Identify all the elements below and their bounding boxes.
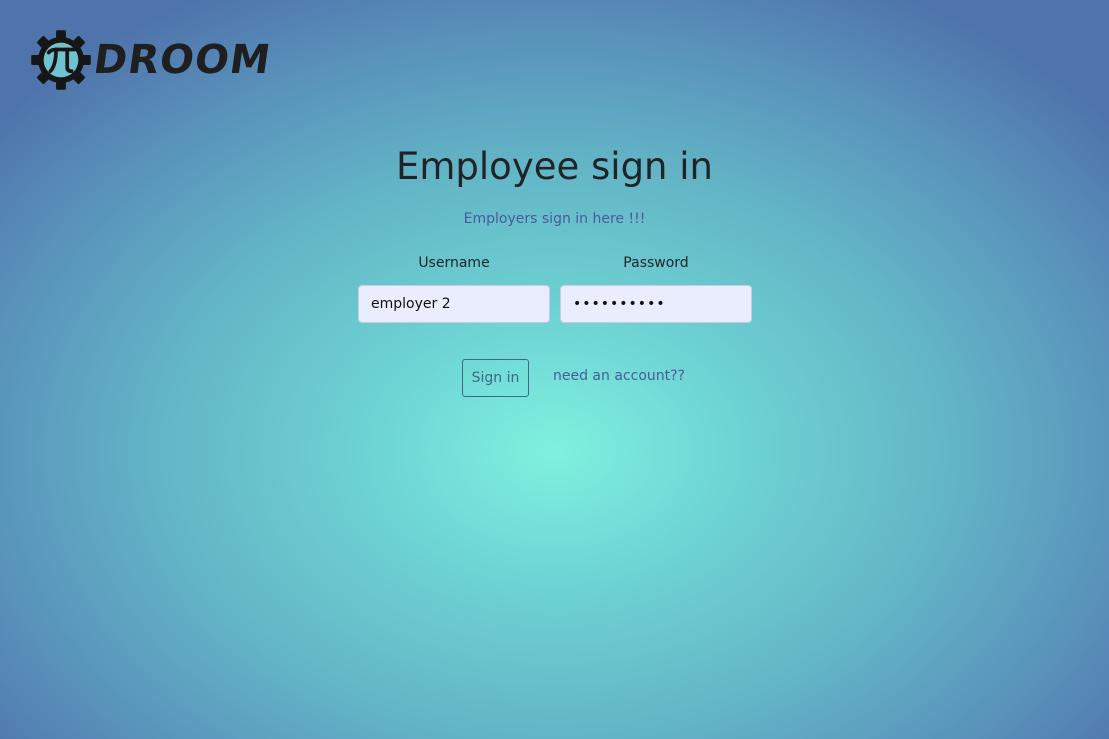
logo-text: DROOM bbox=[90, 37, 275, 83]
username-label: Username bbox=[418, 255, 490, 271]
page-title: Employee sign in bbox=[396, 145, 713, 188]
employer-signin-link[interactable]: Employers sign in here !!! bbox=[0, 211, 1109, 227]
signin-button[interactable]: Sign in bbox=[462, 359, 529, 397]
password-input[interactable] bbox=[560, 285, 752, 323]
password-label: Password bbox=[623, 255, 689, 271]
username-input[interactable] bbox=[358, 285, 550, 323]
pi-gear-icon bbox=[30, 29, 92, 91]
need-account-link[interactable]: need an account?? bbox=[553, 368, 685, 384]
brand-logo[interactable]: DROOM bbox=[30, 28, 275, 92]
